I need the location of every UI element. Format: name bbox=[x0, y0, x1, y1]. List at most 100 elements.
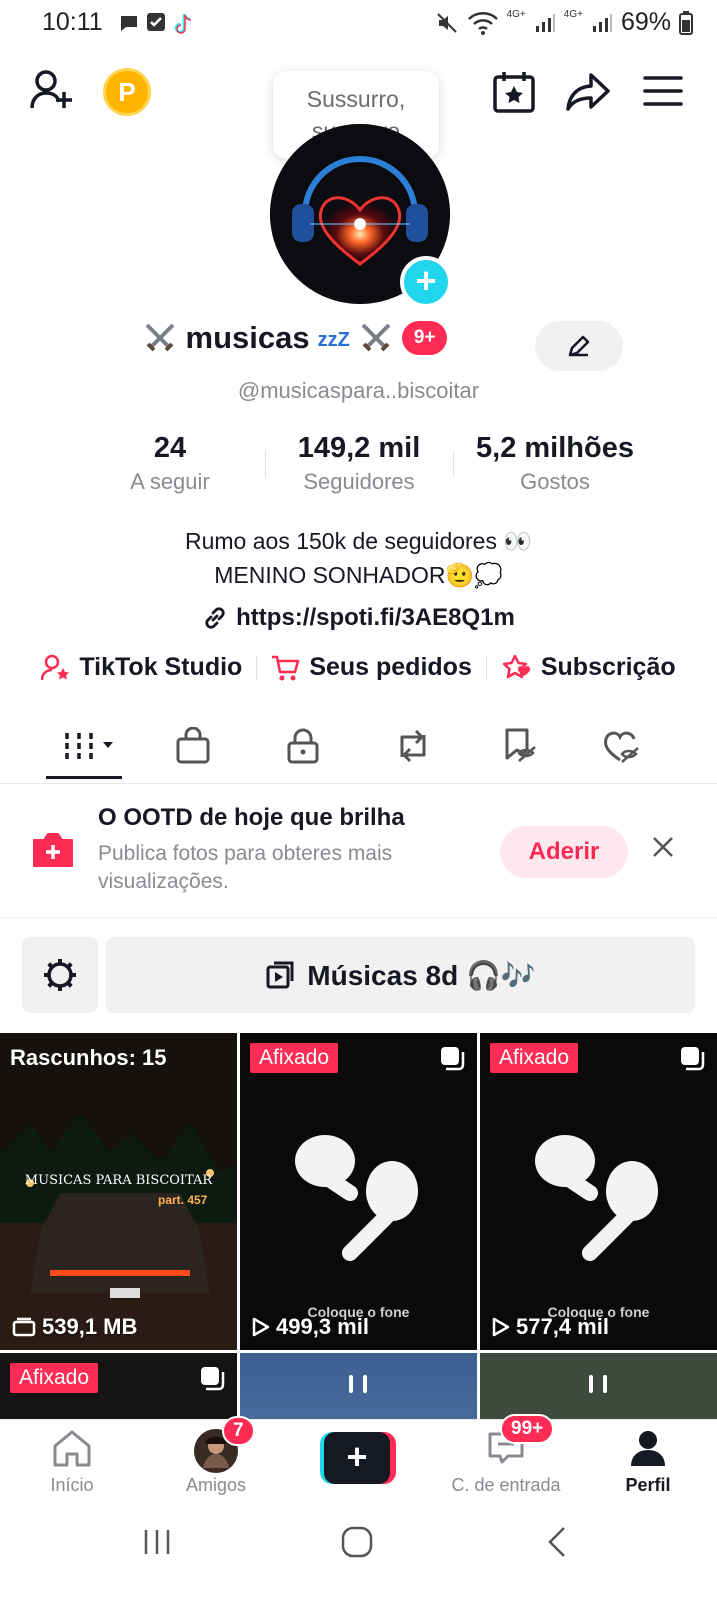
stat-followers-value: 149,2 mil bbox=[297, 432, 421, 464]
creator-tools-row: TikTok Studio Seus pedidos Subscrição bbox=[0, 653, 717, 682]
add-friend-icon[interactable] bbox=[30, 68, 76, 112]
orders-label: Seus pedidos bbox=[309, 653, 472, 681]
chat-bubble-icon bbox=[121, 16, 137, 31]
nav-friends[interactable]: Amigos 7 bbox=[156, 1416, 276, 1496]
airpods-thumbnail bbox=[480, 1033, 717, 1350]
plus-icon: + bbox=[324, 1432, 390, 1484]
edit-profile-button[interactable] bbox=[535, 321, 623, 371]
video-tile[interactable] bbox=[480, 1353, 717, 1419]
videos-grid-tab[interactable] bbox=[54, 724, 124, 768]
status-notification-icons bbox=[118, 12, 194, 36]
stat-following-value: 24 bbox=[153, 432, 187, 464]
drafts-overlay-part: part. 457 bbox=[158, 1193, 208, 1207]
reposts-tab[interactable] bbox=[383, 724, 443, 768]
pinned-badge: Afixado bbox=[490, 1043, 579, 1073]
favorites-tab[interactable] bbox=[490, 724, 550, 768]
stat-divider bbox=[265, 450, 266, 478]
person-star-icon bbox=[41, 654, 70, 680]
menu-icon[interactable] bbox=[643, 74, 683, 108]
nav-inbox[interactable]: C. de entrada 99+ bbox=[442, 1414, 570, 1496]
repost-icon bbox=[400, 729, 426, 763]
bio-line-1: Rumo aos 150k de seguidores 👀 bbox=[185, 528, 532, 554]
video-grid: Rascunhos: 15 MUSICAS PARA BISCOITAR par… bbox=[0, 1033, 717, 1419]
network-type-1: 4G+ bbox=[506, 9, 526, 20]
camera-plus-icon bbox=[33, 833, 73, 867]
checkbox-icon bbox=[147, 13, 165, 31]
drafts-video-tile[interactable]: Rascunhos: 15 MUSICAS PARA BISCOITAR par… bbox=[0, 1033, 237, 1350]
nav-home[interactable]: Início bbox=[12, 1428, 132, 1496]
playlist-button[interactable]: Músicas 8d 🎧🎶 bbox=[106, 937, 695, 1013]
settings-button[interactable] bbox=[22, 937, 98, 1013]
storage-icon bbox=[12, 1317, 36, 1337]
video-tile[interactable]: Afixado Coloque o fone 577,4 mil bbox=[480, 1033, 717, 1350]
bag-icon bbox=[176, 727, 210, 764]
nav-create[interactable]: + bbox=[298, 1432, 418, 1484]
nav-profile-label: Perfil bbox=[625, 1475, 671, 1495]
grid-bars-icon bbox=[65, 733, 113, 759]
link-icon bbox=[205, 607, 225, 629]
stat-followers-label: Seguidores bbox=[303, 469, 415, 494]
battery-icon bbox=[679, 10, 693, 35]
stat-likes-label: Gostos bbox=[520, 469, 590, 494]
shop-tab[interactable] bbox=[163, 724, 223, 768]
video-tile[interactable]: Afixado Coloque o fone 499,3 mil bbox=[240, 1033, 477, 1350]
orders-button[interactable]: Seus pedidos bbox=[271, 653, 472, 682]
calendar-star-icon[interactable] bbox=[492, 70, 536, 114]
home-icon bbox=[53, 1430, 91, 1467]
stat-following-label: A seguir bbox=[130, 469, 210, 494]
subscription-label: Subscrição bbox=[540, 653, 676, 681]
drafts-overlay-title: MUSICAS PARA BISCOITAR bbox=[24, 1173, 213, 1188]
star-heart-icon bbox=[502, 654, 530, 678]
tiktok-studio-label: TikTok Studio bbox=[79, 653, 243, 681]
liked-tab[interactable] bbox=[592, 724, 652, 768]
drafts-size: 539,1 MB bbox=[12, 1314, 137, 1340]
signal-icon bbox=[535, 13, 555, 32]
play-icon bbox=[492, 1317, 510, 1337]
playlist-icon bbox=[266, 961, 294, 989]
stat-followers[interactable]: 149,2 mil Seguidores bbox=[270, 432, 448, 495]
private-tab[interactable] bbox=[273, 724, 333, 768]
view-count: 499,3 mil bbox=[252, 1314, 369, 1340]
home-button-icon[interactable] bbox=[340, 1525, 374, 1559]
stat-likes-value: 5,2 milhões bbox=[476, 432, 634, 464]
recent-apps-icon[interactable] bbox=[142, 1527, 172, 1557]
playlist-label: Músicas 8d 🎧🎶 bbox=[307, 959, 536, 991]
tiktok-studio-button[interactable]: TikTok Studio bbox=[41, 653, 242, 682]
profile-handle: @musicaspara..biscoitar bbox=[237, 378, 480, 403]
stat-following[interactable]: 24 A seguir bbox=[105, 432, 235, 495]
create-button[interactable]: + bbox=[320, 1432, 396, 1484]
pinned-badge: Afixado bbox=[250, 1043, 339, 1073]
play-icon bbox=[252, 1317, 270, 1337]
back-icon[interactable] bbox=[546, 1525, 568, 1559]
car-night-thumbnail bbox=[0, 1033, 237, 1350]
signal-icon-2 bbox=[592, 13, 612, 32]
status-bar: 10:11 4G+ 4G+ 69% bbox=[0, 0, 717, 46]
network-type-2: 4G+ bbox=[563, 9, 583, 20]
close-icon[interactable] bbox=[650, 834, 676, 860]
profile-link-text: https://spoti.fi/3AE8Q1m bbox=[236, 604, 515, 631]
ootd-join-button[interactable]: Aderir bbox=[500, 826, 628, 878]
airpods-small-icon bbox=[589, 1375, 607, 1393]
add-story-button[interactable]: + bbox=[400, 256, 452, 308]
stat-likes[interactable]: 5,2 milhões Gostos bbox=[455, 432, 655, 495]
friends-badge: 7 bbox=[222, 1416, 255, 1446]
ootd-title: O OOTD de hoje que brilha bbox=[98, 804, 405, 831]
pinned-badge: Afixado bbox=[10, 1363, 99, 1393]
notification-count-badge[interactable]: 9+ bbox=[401, 321, 448, 355]
view-count: 577,4 mil bbox=[492, 1314, 609, 1340]
video-tile[interactable]: Afixado bbox=[0, 1353, 237, 1419]
pencil-icon bbox=[568, 335, 590, 357]
profile-link[interactable]: https://spoti.fi/3AE8Q1m bbox=[0, 604, 717, 632]
subscription-button[interactable]: Subscrição bbox=[501, 653, 676, 682]
video-tile[interactable] bbox=[240, 1353, 477, 1419]
ootd-banner: O OOTD de hoje que brilha Publica fotos … bbox=[0, 786, 717, 918]
coin-letter: P bbox=[118, 76, 136, 107]
nav-profile[interactable]: Perfil bbox=[588, 1428, 708, 1496]
coin-icon[interactable]: P bbox=[103, 68, 151, 116]
drafts-count-label: Rascunhos: 15 bbox=[10, 1045, 167, 1070]
nav-home-label: Início bbox=[50, 1475, 94, 1495]
profile-tabs bbox=[0, 704, 717, 784]
active-tab-indicator bbox=[46, 776, 122, 779]
share-icon[interactable] bbox=[565, 72, 611, 112]
bookmark-eye-off-icon bbox=[505, 728, 536, 762]
